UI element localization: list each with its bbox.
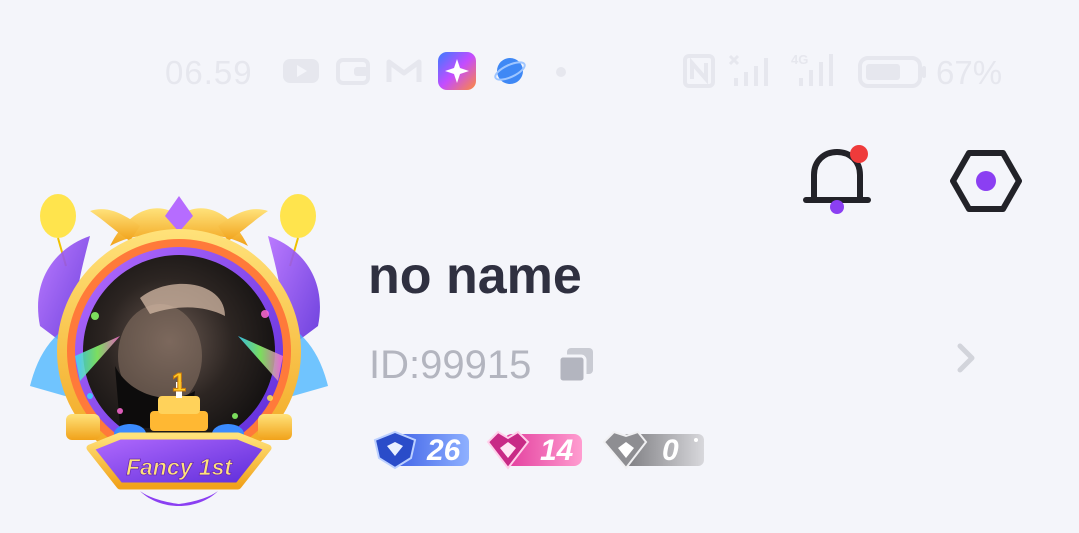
badge-pink-value: 14 (540, 434, 574, 467)
badge-silver-value: 0 (662, 434, 679, 467)
cake-number: 1 (172, 367, 186, 397)
copy-icon[interactable] (557, 346, 595, 384)
badge-silver[interactable]: 0 (600, 428, 706, 472)
badge-pink-heart[interactable]: 14 (484, 428, 584, 472)
dot-icon (556, 67, 566, 77)
app-star-icon (438, 52, 476, 90)
youtube-icon (283, 59, 319, 83)
badge-blue-shield[interactable]: 26 (371, 428, 471, 472)
gmail-icon (386, 59, 422, 82)
battery-percent: 67% (936, 54, 1003, 91)
svg-text:4G: 4G (791, 52, 808, 67)
browser-globe-icon (494, 58, 526, 84)
status-bar: 06.59 4G 67% (0, 44, 1079, 100)
notification-bell-icon[interactable] (802, 143, 872, 215)
avatar[interactable]: 1 Fancy 1st (20, 186, 338, 516)
signal-4g-icon: 4G (791, 52, 833, 86)
settings-hexagon-icon[interactable] (950, 148, 1022, 214)
user-id: ID:99915 (369, 343, 532, 387)
wallet-icon (336, 58, 370, 85)
chevron-right-icon[interactable] (952, 340, 980, 376)
notification-dot (850, 145, 868, 163)
profile-name: no name (368, 247, 582, 305)
battery-icon (858, 56, 926, 88)
nfc-icon (683, 54, 715, 88)
frame-banner-text: Fancy 1st (126, 454, 233, 480)
badge-blue-value: 26 (427, 434, 461, 467)
signal-x-icon (728, 54, 768, 86)
status-time: 06.59 (165, 54, 253, 91)
avatar-frame: 1 Fancy 1st (30, 194, 328, 506)
